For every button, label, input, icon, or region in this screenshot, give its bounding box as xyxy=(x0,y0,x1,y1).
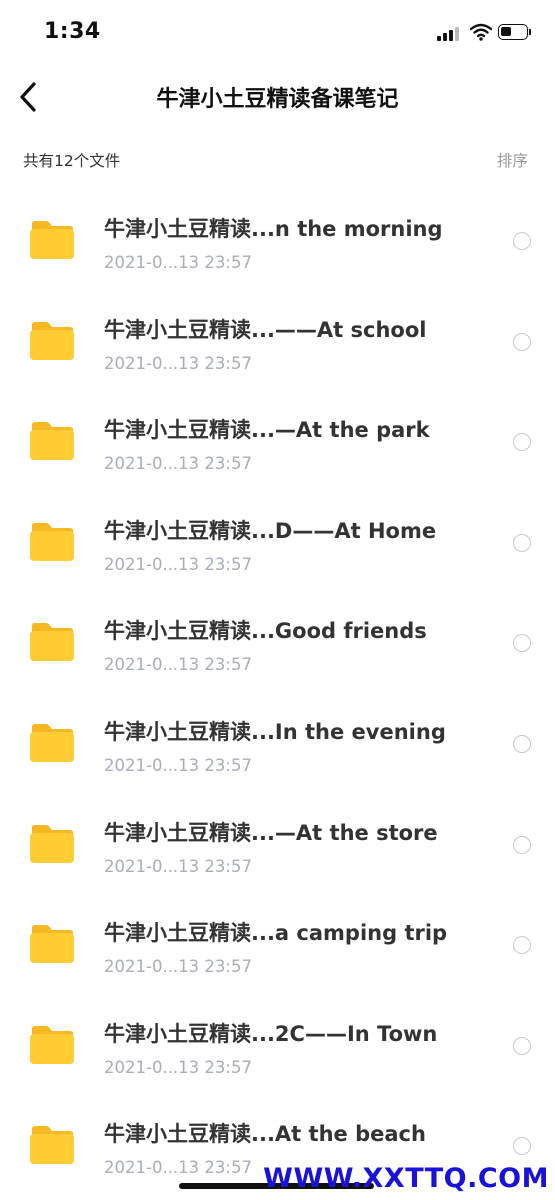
file-date: 2021-0...13 23:57 xyxy=(104,253,252,272)
file-name: 牛津小土豆精读...In the evening xyxy=(104,720,446,744)
file-date: 2021-0...13 23:57 xyxy=(104,454,252,474)
file-date: 2021-0...13 23:57 xyxy=(104,856,252,876)
file-date: 2021-0...13 23:57 xyxy=(104,1158,252,1178)
file-date: 2021-0...13 23:57 xyxy=(104,957,252,977)
file-row-3[interactable]: 牛津小土豆精读...—At the park 2021-0...13 23:57 xyxy=(0,391,555,491)
file-row-5[interactable]: 牛津小土豆精读...Good friends 2021-0...13 23:57 xyxy=(0,592,555,692)
file-name: 牛津小土豆精读...—At the store xyxy=(104,820,438,845)
file-count-label: 共有12个文件 xyxy=(23,152,121,170)
radio-unchecked-icon[interactable] xyxy=(513,1137,531,1156)
file-date: 2021-0...13 23:57 xyxy=(104,554,252,574)
file-name: 牛津小土豆精读...2C——In Town xyxy=(104,1021,438,1046)
file-row-1[interactable]: 牛津小土豆精读...n the morning 2021-0...13 23:5… xyxy=(0,190,555,290)
radio-unchecked-icon[interactable] xyxy=(513,835,531,854)
file-row-8[interactable]: 牛津小土豆精读...a camping trip 2021-0...13 23:… xyxy=(0,894,555,994)
page-title: 牛津小土豆精读备课笔记 xyxy=(156,87,399,112)
file-name: 牛津小土豆精读...——At school xyxy=(104,317,427,342)
file-date: 2021-0...13 23:57 xyxy=(104,655,252,675)
file-row-6[interactable]: 牛津小土豆精读...In the evening 2021-0...13 23:… xyxy=(0,693,555,793)
cellular-signal-icon xyxy=(437,25,461,41)
radio-unchecked-icon[interactable] xyxy=(513,735,531,753)
file-date: 2021-0...13 23:57 xyxy=(104,1057,252,1077)
radio-unchecked-icon[interactable] xyxy=(513,232,531,250)
radio-unchecked-icon[interactable] xyxy=(513,936,531,955)
status-bar: 1:34 xyxy=(0,0,555,62)
file-row-2[interactable]: 牛津小土豆精读...——At school 2021-0...13 23:57 xyxy=(0,291,555,391)
folder-icon xyxy=(30,1025,74,1064)
status-time: 1:34 xyxy=(44,19,101,44)
file-name: 牛津小土豆精读...a camping trip xyxy=(104,921,448,946)
file-row-7[interactable]: 牛津小土豆精读...—At the store 2021-0...13 23:5… xyxy=(0,794,555,894)
file-name: 牛津小土豆精读...D——At Home xyxy=(104,518,437,543)
watermark: WWW.XXTTQ.COM xyxy=(263,1163,549,1194)
nav-bar: 牛津小土豆精读备课笔记 xyxy=(0,62,555,132)
sort-button[interactable]: 排序 xyxy=(497,149,528,171)
file-name: 牛津小土豆精读...n the morning xyxy=(104,217,443,241)
radio-unchecked-icon[interactable] xyxy=(513,332,531,351)
radio-unchecked-icon[interactable] xyxy=(513,433,531,452)
folder-icon xyxy=(30,1126,74,1165)
radio-unchecked-icon[interactable] xyxy=(513,1036,531,1055)
battery-icon xyxy=(498,24,531,40)
file-date: 2021-0...13 23:57 xyxy=(104,353,252,373)
folder-icon xyxy=(30,422,74,461)
folder-icon xyxy=(30,824,74,863)
folder-icon xyxy=(30,623,74,662)
folder-icon xyxy=(30,522,74,561)
folder-icon xyxy=(30,925,74,964)
folder-icon xyxy=(30,221,74,259)
file-row-9[interactable]: 牛津小土豆精读...2C——In Town 2021-0...13 23:57 xyxy=(0,995,555,1095)
folder-icon xyxy=(30,724,74,762)
file-name: 牛津小土豆精读...—At the park xyxy=(104,418,430,443)
file-date: 2021-0...13 23:57 xyxy=(104,756,252,775)
file-name: 牛津小土豆精读...At the beach xyxy=(104,1122,426,1147)
folder-icon xyxy=(30,321,74,360)
file-name: 牛津小土豆精读...Good friends xyxy=(104,619,427,644)
radio-unchecked-icon[interactable] xyxy=(513,533,531,552)
radio-unchecked-icon[interactable] xyxy=(513,634,531,653)
file-row-4[interactable]: 牛津小土豆精读...D——At Home 2021-0...13 23:57 xyxy=(0,492,555,592)
wifi-icon xyxy=(470,23,492,41)
